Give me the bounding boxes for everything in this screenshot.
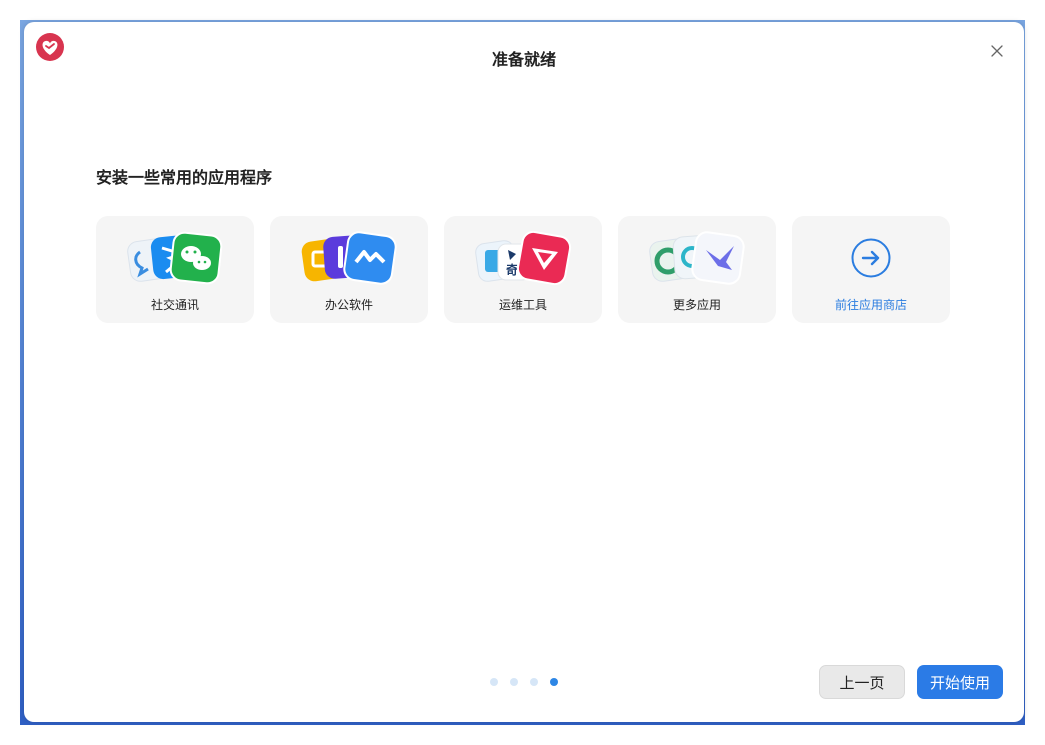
card-icons <box>649 231 745 285</box>
bird-app-icon <box>691 231 745 285</box>
card-icons <box>301 231 397 285</box>
window-title: 准备就绪 <box>491 50 556 69</box>
card-label: 更多应用 <box>672 298 721 312</box>
page-dot[interactable] <box>510 678 518 686</box>
qianxin-badge-text: 奇 <box>506 262 518 277</box>
card-icons: 奇 <box>475 230 572 286</box>
card-office[interactable]: 办公软件 <box>270 216 428 323</box>
previous-page-button[interactable]: 上一页 <box>819 665 905 699</box>
card-more[interactable]: 更多应用 <box>618 216 776 323</box>
card-label: 运维工具 <box>498 298 547 312</box>
card-app-store[interactable]: 前往应用商店 <box>792 216 950 323</box>
card-social[interactable]: 社交通讯 <box>96 216 254 323</box>
card-label: 办公软件 <box>324 298 373 312</box>
page-indicator <box>490 678 558 686</box>
page-dot-active[interactable] <box>550 678 558 686</box>
section-title: 安装一些常用的应用程序 <box>96 168 273 187</box>
start-using-button[interactable]: 开始使用 <box>917 665 1003 699</box>
card-ops[interactable]: 奇 运维工具 <box>444 216 602 323</box>
wechat-icon <box>169 231 223 285</box>
arrow-right-circle-icon <box>851 238 891 278</box>
desktop: 准备就绪 安装一些常用的应用程序 社交通讯 办公软件 奇 运维工具 更多应用 前… <box>0 0 1045 745</box>
card-label: 前往应用商店 <box>834 298 907 312</box>
page-dot[interactable] <box>490 678 498 686</box>
card-label: 社交通讯 <box>150 298 199 312</box>
anydesk-icon <box>516 230 572 286</box>
category-cards: 社交通讯 办公软件 奇 运维工具 更多应用 前往应用商店 <box>96 216 950 323</box>
setup-wizard-window: 准备就绪 安装一些常用的应用程序 社交通讯 办公软件 奇 运维工具 更多应用 前… <box>24 22 1024 722</box>
close-button[interactable] <box>984 38 1010 64</box>
close-icon <box>991 45 1003 57</box>
lark-icon <box>343 231 397 285</box>
page-dot[interactable] <box>530 678 538 686</box>
card-icons <box>127 231 223 285</box>
